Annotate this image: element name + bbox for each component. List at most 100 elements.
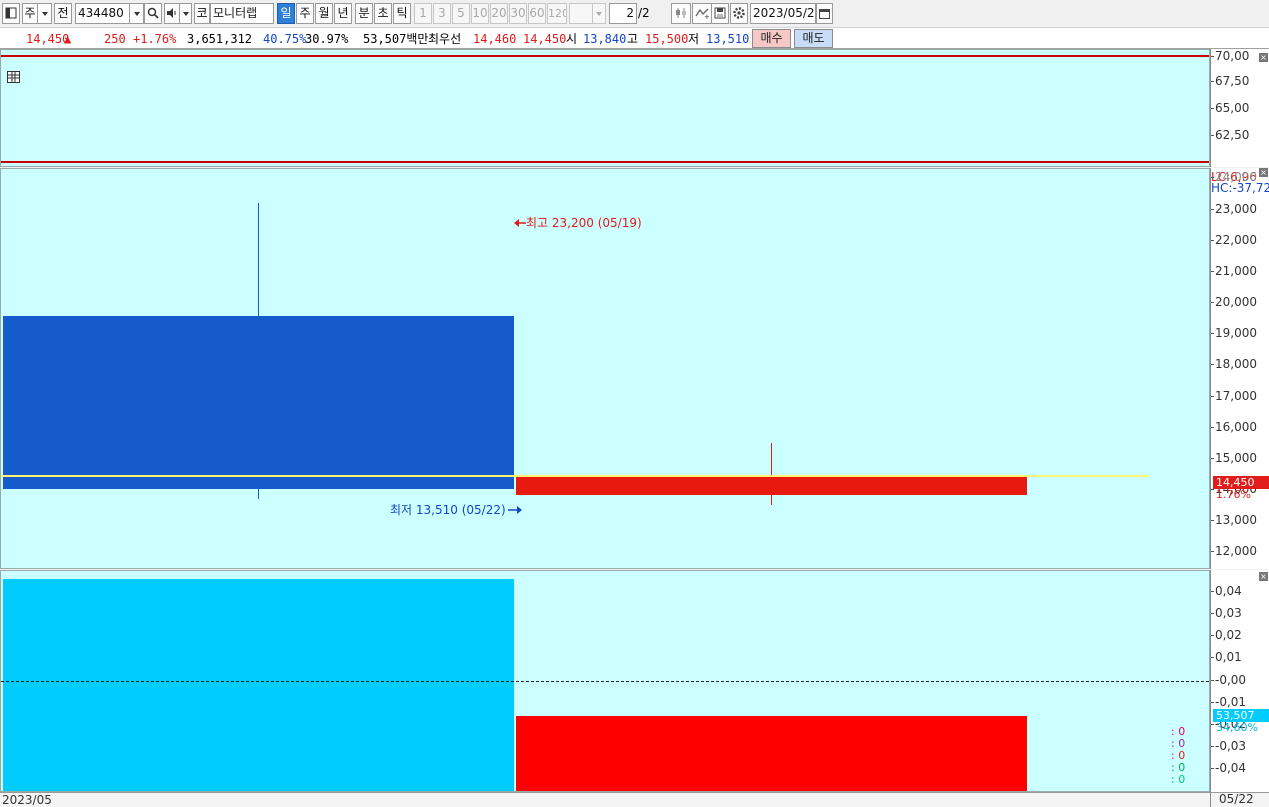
interval-3-button[interactable]: 3 — [433, 3, 451, 24]
interval-120-button[interactable]: 120 — [547, 3, 567, 24]
price-up-arrow: ▲ — [64, 32, 72, 46]
axis-tick: 16,000 — [1211, 420, 1269, 434]
speaker-icon[interactable] — [164, 3, 180, 24]
axis-tick: 20,000 — [1211, 295, 1269, 309]
start-date-label: 2023/05 — [2, 793, 52, 807]
axis-tick: -0,04 — [1211, 761, 1269, 775]
axis-tick: -0,03 — [1211, 739, 1269, 753]
volume-axis: × 0,04 0,03 0,02 0,01 -0,00 -0,01 -0,02 … — [1210, 570, 1269, 792]
indicator-axis: × 70,00 67,50 65,00 62,50 — [1210, 49, 1269, 167]
interval-30-button[interactable]: 30 — [509, 3, 527, 24]
volume-pane[interactable]: : 0 : 0 : 0 : 0 : 0 — [0, 570, 1210, 792]
panel-toggle-icon[interactable] — [2, 3, 20, 24]
axis-tick: 15,000 — [1211, 451, 1269, 465]
page-total: /2 — [638, 6, 650, 20]
trade-amount: 53,507백만 — [363, 32, 429, 46]
lower-bound-line — [1, 161, 1209, 163]
volume-pct-tag: 34,60% — [1216, 721, 1258, 734]
indicator-pane[interactable] — [0, 49, 1210, 167]
speaker-dropdown[interactable] — [180, 3, 192, 24]
zero-line — [1, 681, 1209, 682]
volume-bar-0522[interactable] — [516, 716, 1027, 791]
gear-icon[interactable] — [730, 3, 748, 24]
period-day-tab[interactable]: 일 — [277, 3, 295, 24]
stock-code-dropdown[interactable] — [130, 3, 144, 24]
best-price-label: 최우선 — [428, 32, 462, 46]
indicator-legend: : 0 : 0 : 0 : 0 : 0 — [1171, 726, 1207, 786]
high-annotation-text: 최고 23,200 (05/19) — [526, 216, 642, 230]
candle-style-icon[interactable] — [671, 3, 691, 24]
period-second-tab[interactable]: 초 — [374, 3, 392, 24]
axis-tick: 65,00 — [1211, 101, 1269, 115]
candle-body-0519[interactable] — [3, 315, 514, 489]
bid-price: 14,450 — [523, 32, 567, 46]
buy-button[interactable]: 매수 — [752, 29, 791, 48]
current-price-line — [1, 475, 1149, 478]
interval-custom-dropdown[interactable] — [593, 3, 606, 24]
interval-custom-input[interactable] — [569, 3, 593, 24]
legend-value: : 0 — [1171, 773, 1186, 786]
open-price: 13,840 — [583, 32, 627, 46]
high-price: 15,500 — [645, 32, 689, 46]
close-pane-icon[interactable]: × — [1259, 572, 1268, 581]
time-axis: 2023/05 05/22 — [0, 792, 1269, 807]
price-change: 250 — [104, 32, 126, 46]
axis-tick: -0,00 — [1211, 673, 1269, 687]
interval-20-button[interactable]: 20 — [490, 3, 508, 24]
interval-1-button[interactable]: 1 — [414, 3, 432, 24]
period-month-tab[interactable]: 월 — [315, 3, 333, 24]
volume-bar-0519[interactable] — [3, 579, 514, 791]
period-minute-tab[interactable]: 분 — [355, 3, 373, 24]
period-mode-select[interactable]: 주 — [22, 3, 38, 24]
axis-tick: 13,000 — [1211, 513, 1269, 527]
prev-button[interactable]: 전 — [54, 3, 72, 24]
low-annotation: 최저 13,510 (05/22) — [390, 503, 522, 517]
candle-body-0522[interactable] — [516, 476, 1027, 496]
low-price: 13,510 — [706, 32, 750, 46]
interval-5-button[interactable]: 5 — [452, 3, 470, 24]
high-label: 고 — [627, 32, 639, 46]
axis-tick: 70,00 — [1211, 49, 1269, 63]
upper-bound-line — [1, 55, 1209, 57]
end-date-label: 05/22 — [1210, 792, 1269, 807]
sell-button[interactable]: 매도 — [794, 29, 833, 48]
line-chart-icon[interactable]: + — [692, 3, 712, 24]
axis-tick: 23,000 — [1211, 202, 1269, 216]
ask-price: 14,460 — [473, 32, 517, 46]
current-price: 14,450 — [26, 32, 70, 46]
save-icon[interactable] — [711, 3, 729, 24]
calendar-icon[interactable] — [816, 3, 833, 24]
pct-a-value: 40.75% — [263, 32, 307, 46]
date-input[interactable]: 2023/05/22 — [750, 3, 816, 24]
pct-b-value: 30.97% — [305, 32, 349, 46]
volume-value: 3,651,312 — [187, 32, 253, 46]
low-annotation-text: 최저 13,510 (05/22) — [390, 503, 506, 517]
axis-tick: 0,02 — [1211, 628, 1269, 642]
current-pct-tag: 1.76% — [1216, 488, 1251, 501]
period-week-tab[interactable]: 주 — [296, 3, 314, 24]
axis-tick: 24,000 — [1211, 170, 1269, 184]
axis-tick: -0,01 — [1211, 695, 1269, 709]
table-icon[interactable] — [7, 71, 20, 83]
axis-tick: 19,000 — [1211, 326, 1269, 340]
price-chart-pane[interactable]: 최고 23,200 (05/19) 최저 13,510 (05/22) — [0, 168, 1210, 569]
stock-code-input[interactable]: 434480 — [75, 3, 130, 24]
axis-tick: 0,03 — [1211, 606, 1269, 620]
axis-tick: 21,000 — [1211, 264, 1269, 278]
svg-text:+: + — [704, 13, 709, 19]
open-label: 시 — [566, 32, 578, 46]
page-input[interactable]: 2 — [609, 3, 637, 24]
stock-name-field[interactable]: 모니터랩 — [210, 3, 274, 24]
price-axis: × LC:6,96 HC:-37,72 24,000 23,000 22,000 21… — [1210, 168, 1269, 569]
toolbar: 주 전 434480 코 모니터랩 일 주 월 년 분 초 틱 1 3 5 10… — [0, 0, 1269, 27]
interval-10-button[interactable]: 10 — [471, 3, 489, 24]
period-year-tab[interactable]: 년 — [334, 3, 352, 24]
axis-tick: 12,000 — [1211, 544, 1269, 558]
search-icon[interactable] — [144, 3, 162, 24]
interval-60-button[interactable]: 60 — [528, 3, 546, 24]
period-tick-tab[interactable]: 틱 — [393, 3, 411, 24]
period-mode-dropdown[interactable] — [38, 3, 52, 24]
axis-tick: 0,01 — [1211, 650, 1269, 664]
market-button[interactable]: 코 — [194, 3, 210, 24]
axis-tick: 67,50 — [1211, 74, 1269, 88]
